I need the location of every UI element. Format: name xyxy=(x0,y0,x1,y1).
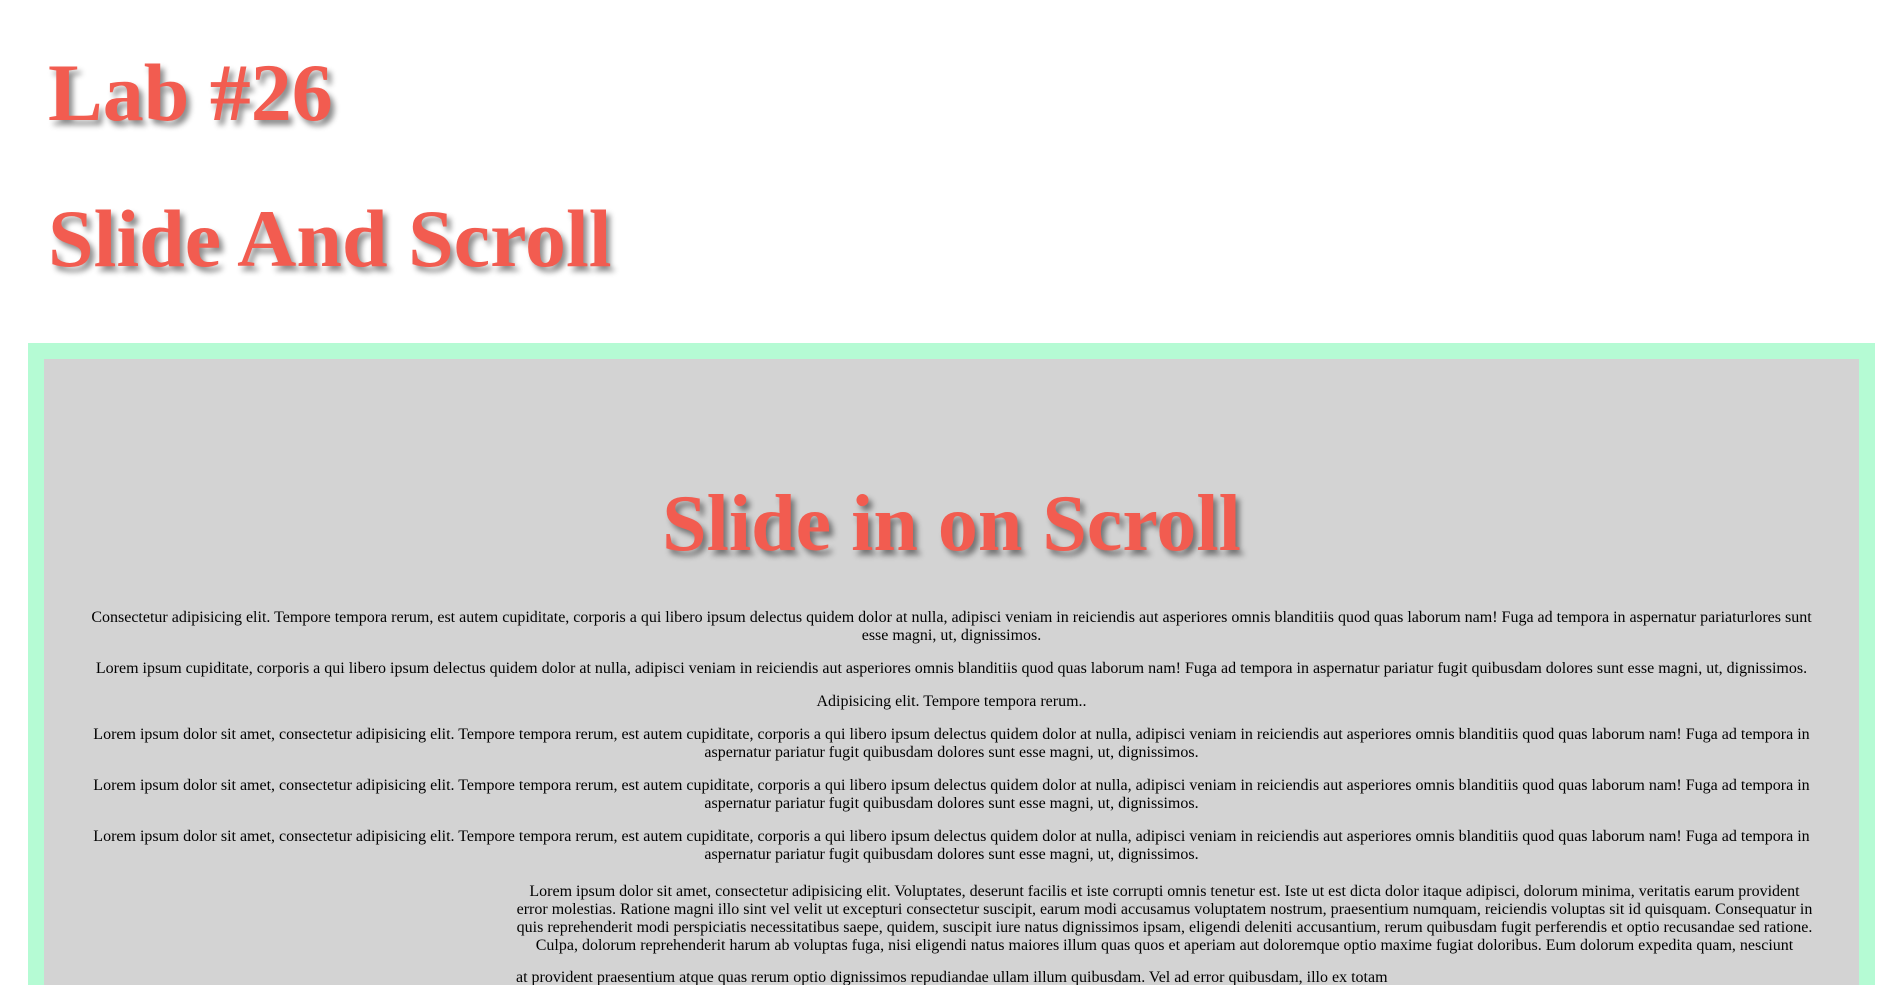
paragraph: Lorem ipsum cupiditate, corporis a qui l… xyxy=(95,660,1808,677)
paragraph: Lorem ipsum dolor sit amet, consectetur … xyxy=(93,828,1810,863)
paragraph: Lorem ipsum dolor sit amet, consectetur … xyxy=(93,726,1810,761)
lab-subtitle: Slide And Scroll xyxy=(48,193,612,284)
content-panel: Slide in on Scroll Consectetur adipisici… xyxy=(44,359,1859,985)
paragraph-list: Consectetur adipisicing elit. Tempore te… xyxy=(88,609,1815,879)
image-paragraph-continued: at provident praesentium atque quas reru… xyxy=(516,969,1388,985)
lab-title: Lab #26 xyxy=(48,47,333,138)
section-title: Slide in on Scroll xyxy=(662,480,1241,568)
paragraph: Consectetur adipisicing elit. Tempore te… xyxy=(91,609,1812,644)
site-wrap: Slide in on Scroll Consectetur adipisici… xyxy=(28,343,1875,985)
paragraph: Lorem ipsum dolor sit amet, consectetur … xyxy=(93,777,1810,812)
paragraph: Adipisicing elit. Tempore tempora rerum.… xyxy=(816,693,1087,710)
image-paragraph: Lorem ipsum dolor sit amet, consectetur … xyxy=(516,883,1813,954)
